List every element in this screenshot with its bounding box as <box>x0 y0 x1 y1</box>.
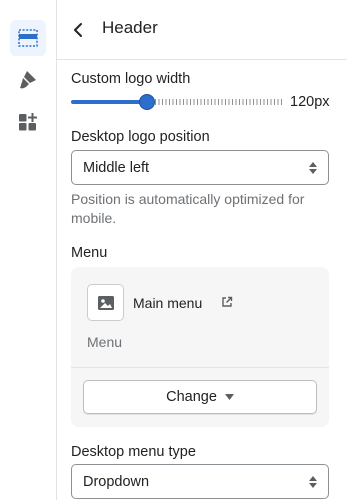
caret-down-icon <box>224 394 234 400</box>
logo-width-slider[interactable] <box>71 94 283 110</box>
change-menu-button[interactable]: Change <box>83 380 317 414</box>
desktop-logo-position-label: Desktop logo position <box>71 129 210 145</box>
app-blocks-icon <box>19 113 37 131</box>
chevron-left-icon[interactable] <box>71 22 87 38</box>
slider-remaining-track <box>155 99 283 105</box>
menu-name-link[interactable]: Main menu <box>133 295 202 311</box>
desktop-logo-position-select[interactable]: Middle left <box>71 150 329 185</box>
change-button-label: Change <box>166 389 217 405</box>
desktop-menu-type-select[interactable]: Dropdown <box>71 464 329 499</box>
panel-header: Header <box>57 0 347 60</box>
logo-position-help-text: Position is automatically optimized for … <box>71 191 305 226</box>
image-placeholder-icon <box>87 284 124 321</box>
select-value: Dropdown <box>83 473 150 490</box>
select-value: Middle left <box>83 159 150 176</box>
menu-picker-card: Main menu Menu Change <box>71 267 329 427</box>
select-arrows-icon <box>309 161 317 174</box>
paintbrush-icon <box>20 71 36 89</box>
section-settings-panel: Header Custom logo width 120px Desktop l… <box>57 0 347 500</box>
menu-subtitle: Menu <box>87 334 123 350</box>
desktop-menu-type-label: Desktop menu type <box>71 444 196 460</box>
logo-width-label: Custom logo width <box>71 71 191 87</box>
logo-width-value: 120px <box>290 94 330 110</box>
header-section-button[interactable] <box>10 20 46 56</box>
panel-title: Header <box>102 18 158 37</box>
menu-label: Menu <box>71 245 108 261</box>
app-blocks-button[interactable] <box>10 104 46 140</box>
header-section-icon <box>18 29 38 47</box>
slider-thumb[interactable] <box>139 94 155 110</box>
slider-filled-track <box>71 100 147 104</box>
select-arrows-icon <box>309 475 317 488</box>
external-link-icon[interactable] <box>221 296 233 308</box>
theme-settings-button[interactable] <box>10 62 46 98</box>
icon-rail <box>0 0 57 500</box>
divider <box>71 367 329 368</box>
